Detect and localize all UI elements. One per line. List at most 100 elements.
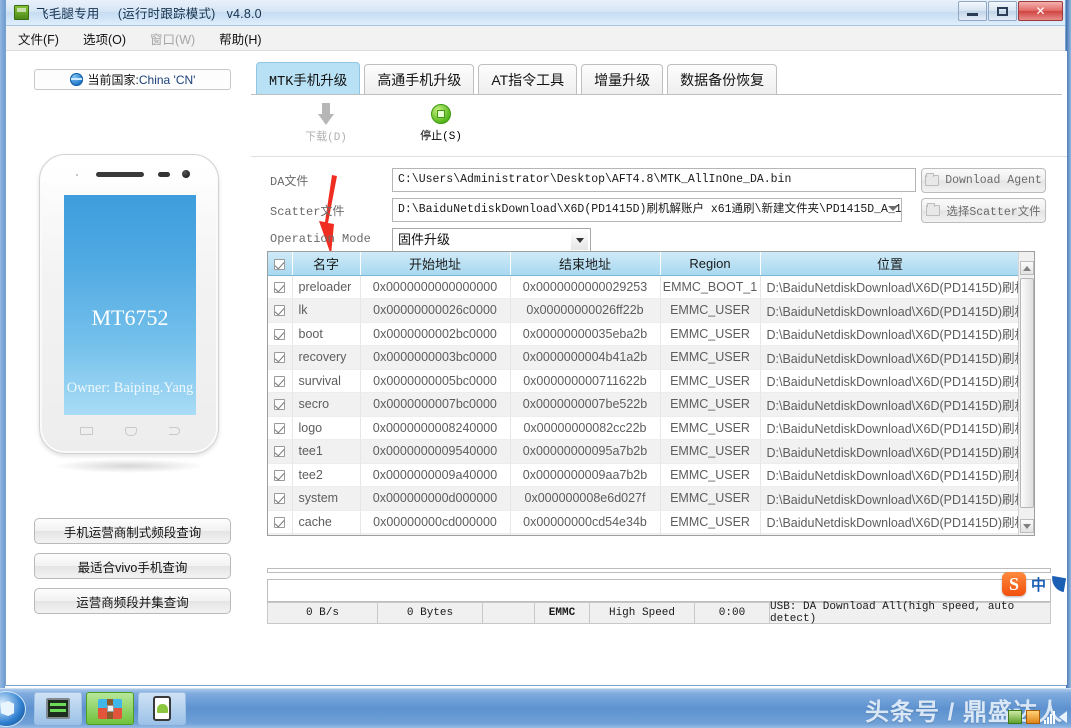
checkbox-icon[interactable] [274, 470, 285, 481]
row-checkbox-cell[interactable] [268, 346, 292, 370]
row-checkbox-cell[interactable] [268, 510, 292, 534]
da-file-input[interactable]: C:\Users\Administrator\Desktop\AFT4.8\MT… [392, 168, 916, 192]
cell-region: EMMC_USER [660, 463, 760, 487]
scatter-file-input[interactable]: D:\BaiduNetdiskDownload\X6D(PD1415D)刷机解账… [392, 198, 902, 222]
table-row[interactable]: preloader0x00000000000000000x00000000000… [268, 275, 1020, 299]
checkbox-icon[interactable] [274, 259, 285, 270]
scrollbar-thumb[interactable] [1020, 278, 1034, 508]
tab-mtk-upgrade[interactable]: MTK手机升级 [256, 62, 360, 95]
table-row[interactable]: lk0x00000000026c00000x00000000026ff22bEM… [268, 299, 1020, 323]
menu-options[interactable]: 选项(O) [83, 29, 126, 48]
tab-incremental-upgrade[interactable]: 增量升级 [581, 64, 663, 95]
country-label: 当前国家: [88, 73, 139, 87]
sogou-logo-icon[interactable]: S [1002, 572, 1026, 596]
row-checkbox-cell[interactable] [268, 487, 292, 511]
row-checkbox-cell[interactable] [268, 463, 292, 487]
tray-green-icon[interactable] [1008, 710, 1022, 724]
maximize-button[interactable] [988, 1, 1017, 21]
phone-navigation-keys [64, 421, 196, 441]
table-row[interactable]: tee10x00000000095400000x00000000095a7b2b… [268, 440, 1020, 464]
cell-location: D:\BaiduNetdiskDownload\X6D(PD1415D)刷机解.… [760, 534, 1020, 537]
choose-scatter-file-button[interactable]: 选择Scatter文件 [921, 198, 1046, 223]
globe-icon [70, 73, 83, 86]
row-checkbox-cell[interactable] [268, 275, 292, 299]
cell-name: tee2 [292, 463, 360, 487]
header-location[interactable]: 位置 [760, 252, 1020, 275]
ime-extra-icon[interactable] [1050, 576, 1066, 592]
volume-icon[interactable] [1059, 711, 1067, 723]
header-end-address[interactable]: 结束地址 [510, 252, 660, 275]
row-checkbox-cell[interactable] [268, 416, 292, 440]
menu-help[interactable]: 帮助(H) [219, 29, 261, 48]
table-row[interactable]: secro0x0000000007bc00000x0000000007be522… [268, 393, 1020, 417]
sogou-ime-indicator[interactable]: S 中 [1002, 572, 1065, 596]
checkbox-icon[interactable] [274, 305, 285, 316]
close-button[interactable]: ✕ [1018, 1, 1063, 21]
header-select-all[interactable] [268, 252, 292, 275]
status-download-mode: USB: DA Download All(high speed, auto de… [770, 603, 1050, 623]
title-bar: 飞毛腿专用 (运行时跟踪模式) v4.8.0 ✕ [6, 0, 1065, 26]
checkbox-icon[interactable] [274, 493, 285, 504]
sidebar-button-carrier-band-union-query[interactable]: 运营商频段并集查询 [34, 588, 231, 614]
row-checkbox-cell[interactable] [268, 299, 292, 323]
sidebar-button-carrier-band-query[interactable]: 手机运营商制式频段查询 [34, 518, 231, 544]
network-signal-icon[interactable] [1044, 711, 1055, 724]
table-row[interactable]: tee20x0000000009a400000x0000000009aa7b2b… [268, 463, 1020, 487]
table-vertical-scrollbar[interactable] [1018, 252, 1034, 535]
scroll-up-icon[interactable] [1020, 261, 1034, 275]
checkbox-icon[interactable] [274, 423, 285, 434]
minimize-button[interactable] [958, 1, 987, 21]
table-row[interactable]: userdata0x00000000d68000000x00000000fc81… [268, 534, 1020, 537]
checkbox-icon[interactable] [274, 376, 285, 387]
sidebar-button-vivo-match-query[interactable]: 最适合vivo手机查询 [34, 553, 231, 579]
cell-start-address: 0x000000000d000000 [360, 487, 510, 511]
taskbar-item-winrar[interactable] [86, 692, 134, 725]
cell-end-address: 0x00000000035eba2b [510, 322, 660, 346]
chevron-down-icon[interactable] [888, 206, 898, 211]
header-start-address[interactable]: 开始地址 [360, 252, 510, 275]
header-region[interactable]: Region [660, 252, 760, 275]
checkbox-icon[interactable] [274, 329, 285, 340]
sensor-dot-icon [76, 174, 78, 176]
table-row[interactable]: system0x000000000d0000000x000000008e6d02… [268, 487, 1020, 511]
taskbar-item-monitor[interactable] [34, 692, 82, 725]
stop-button[interactable]: 停止(S) [401, 103, 481, 143]
checkbox-icon[interactable] [274, 446, 285, 457]
checkbox-icon[interactable] [274, 282, 285, 293]
row-checkbox-cell[interactable] [268, 322, 292, 346]
scroll-down-icon[interactable] [1020, 519, 1034, 533]
row-checkbox-cell[interactable] [268, 369, 292, 393]
header-name[interactable]: 名字 [292, 252, 360, 275]
checkbox-icon[interactable] [274, 399, 285, 410]
main-content: MTK手机升级 高通手机升级 AT指令工具 增量升级 数据备份恢复 下载(D) [251, 51, 1067, 685]
table-row[interactable]: cache0x00000000cd0000000x00000000cd54e34… [268, 510, 1020, 534]
da-file-label: DA文件 [270, 172, 308, 189]
tab-at-command-tool[interactable]: AT指令工具 [478, 64, 577, 95]
download-agent-button[interactable]: Download Agent [921, 168, 1046, 193]
partition-table-grid: 名字 开始地址 结束地址 Region 位置 preloader0x000000… [268, 252, 1021, 536]
cell-location: D:\BaiduNetdiskDownload\X6D(PD1415D)刷机解.… [760, 275, 1020, 299]
row-checkbox-cell[interactable] [268, 393, 292, 417]
start-button[interactable] [0, 691, 26, 727]
row-checkbox-cell[interactable] [268, 534, 292, 537]
tab-qualcomm-upgrade[interactable]: 高通手机升级 [364, 64, 474, 95]
ime-language-mode[interactable]: 中 [1031, 574, 1046, 595]
operation-mode-select[interactable]: 固件升级 [392, 228, 591, 252]
table-row[interactable]: boot0x0000000002bc00000x00000000035eba2b… [268, 322, 1020, 346]
tray-orange-icon[interactable] [1026, 710, 1040, 724]
checkbox-icon[interactable] [274, 517, 285, 528]
row-checkbox-cell[interactable] [268, 440, 292, 464]
status-speed: 0 B/s [268, 603, 378, 623]
country-value: China 'CN' [139, 73, 196, 87]
download-button[interactable]: 下载(D) [286, 103, 366, 144]
table-row[interactable]: survival0x0000000005bc00000x000000000711… [268, 369, 1020, 393]
table-row[interactable]: recovery0x0000000003bc00000x0000000004b4… [268, 346, 1020, 370]
download-button-label: 下载(D) [286, 128, 366, 144]
menu-file[interactable]: 文件(F) [18, 29, 59, 48]
cell-name: survival [292, 369, 360, 393]
checkbox-icon[interactable] [274, 352, 285, 363]
chevron-down-icon[interactable] [571, 231, 588, 250]
taskbar-item-android-device[interactable] [138, 692, 186, 725]
table-row[interactable]: logo0x00000000082400000x00000000082cc22b… [268, 416, 1020, 440]
tab-data-backup-restore[interactable]: 数据备份恢复 [667, 64, 777, 95]
